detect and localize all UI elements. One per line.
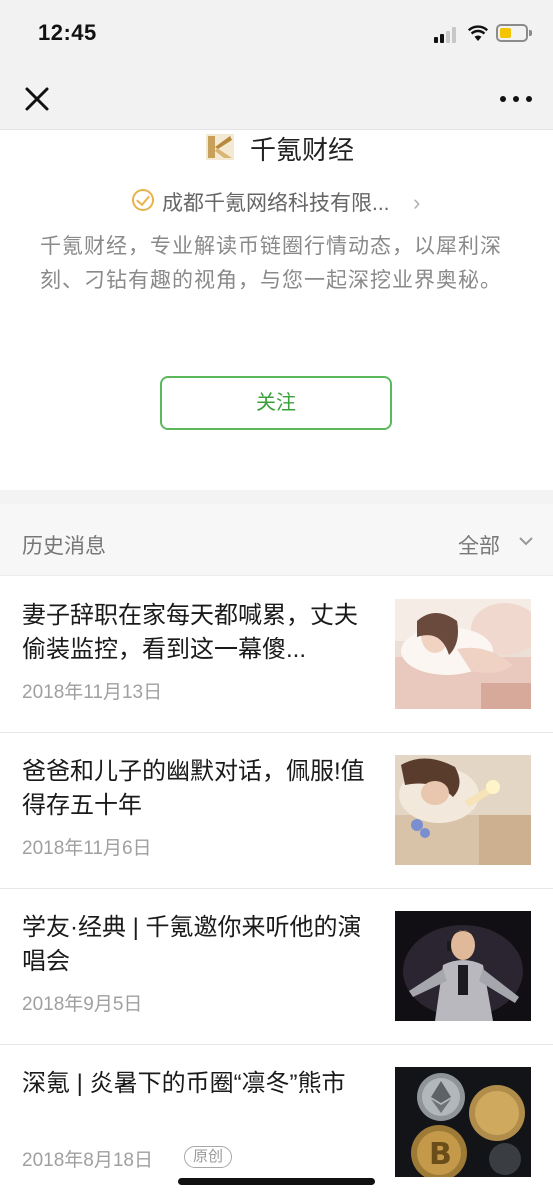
account-description: 千氪财经，专业解读币链圈行情动态，以犀利深刻、刁钻有趣的视角，与您一起深挖业界奥… — [40, 235, 502, 292]
article-date: 2018年11月13日 — [22, 682, 163, 703]
article-title: 深氪 | 炎暑下的币圈“凛冬”熊市 — [22, 1070, 346, 1097]
account-profile: 千氪财经 成都千氪网络科技有限... › 千氪财经，专业解读币链圈行情动态，以犀… — [0, 130, 553, 490]
brand-logo-icon — [206, 134, 234, 160]
article-item[interactable]: 学友·经典 | 千氪邀你来听他的演唱会 2018年9月5日 — [0, 889, 553, 1045]
article-title: 爸爸和儿子的幽默对话，佩服!值得存五十年 — [22, 758, 365, 819]
section-divider — [0, 490, 553, 504]
brand-row: 千氪财经 — [0, 130, 553, 166]
close-icon[interactable] — [18, 80, 56, 118]
home-indicator[interactable] — [178, 1178, 375, 1185]
account-name: 千氪财经 — [250, 135, 355, 165]
article-title: 妻子辞职在家每天都喊累，丈夫偷装监控，看到这一幕傻... — [22, 602, 358, 663]
status-bar: 12:45 — [0, 0, 553, 66]
battery-icon — [496, 24, 528, 42]
cellular-signal-icon — [434, 27, 460, 43]
article-item[interactable]: 妻子辞职在家每天都喊累，丈夫偷装监控，看到这一幕傻... 2018年11月13日 — [0, 577, 553, 733]
battery-level — [500, 28, 511, 38]
article-item[interactable]: 深氪 | 炎暑下的币圈“凛冬”熊市 2018年8月18日 原创 B — [0, 1045, 553, 1198]
chevron-right-icon: › — [413, 190, 421, 215]
article-date: 2018年11月6日 — [22, 838, 152, 859]
original-badge: 原创 — [184, 1146, 233, 1168]
follow-button[interactable]: 关注 — [160, 376, 392, 430]
article-thumbnail: B — [395, 1067, 531, 1177]
nav-bar — [0, 66, 553, 130]
article-date: 2018年8月18日 — [22, 1150, 153, 1171]
status-time: 12:45 — [38, 20, 97, 45]
article-thumbnail — [395, 755, 531, 865]
verification-row[interactable]: 成都千氪网络科技有限... › — [0, 186, 553, 216]
history-filter[interactable]: 全部 — [458, 530, 500, 560]
article-thumbnail — [395, 911, 531, 1021]
history-header: 历史消息 全部 — [0, 504, 553, 576]
more-dots-icon[interactable] — [496, 82, 536, 114]
article-title: 学友·经典 | 千氪邀你来听他的演唱会 — [22, 914, 362, 975]
wifi-icon — [468, 25, 488, 41]
article-thumbnail — [395, 599, 531, 709]
article-item[interactable]: 爸爸和儿子的幽默对话，佩服!值得存五十年 2018年11月6日 — [0, 733, 553, 889]
verified-check-icon — [132, 189, 154, 211]
battery-cap — [529, 30, 532, 36]
verified-company: 成都千氪网络科技有限... — [162, 192, 390, 215]
svg-text:B: B — [429, 1137, 452, 1172]
history-title: 历史消息 — [22, 535, 106, 558]
chevron-down-icon[interactable] — [518, 534, 534, 548]
article-date: 2018年9月5日 — [22, 994, 143, 1015]
